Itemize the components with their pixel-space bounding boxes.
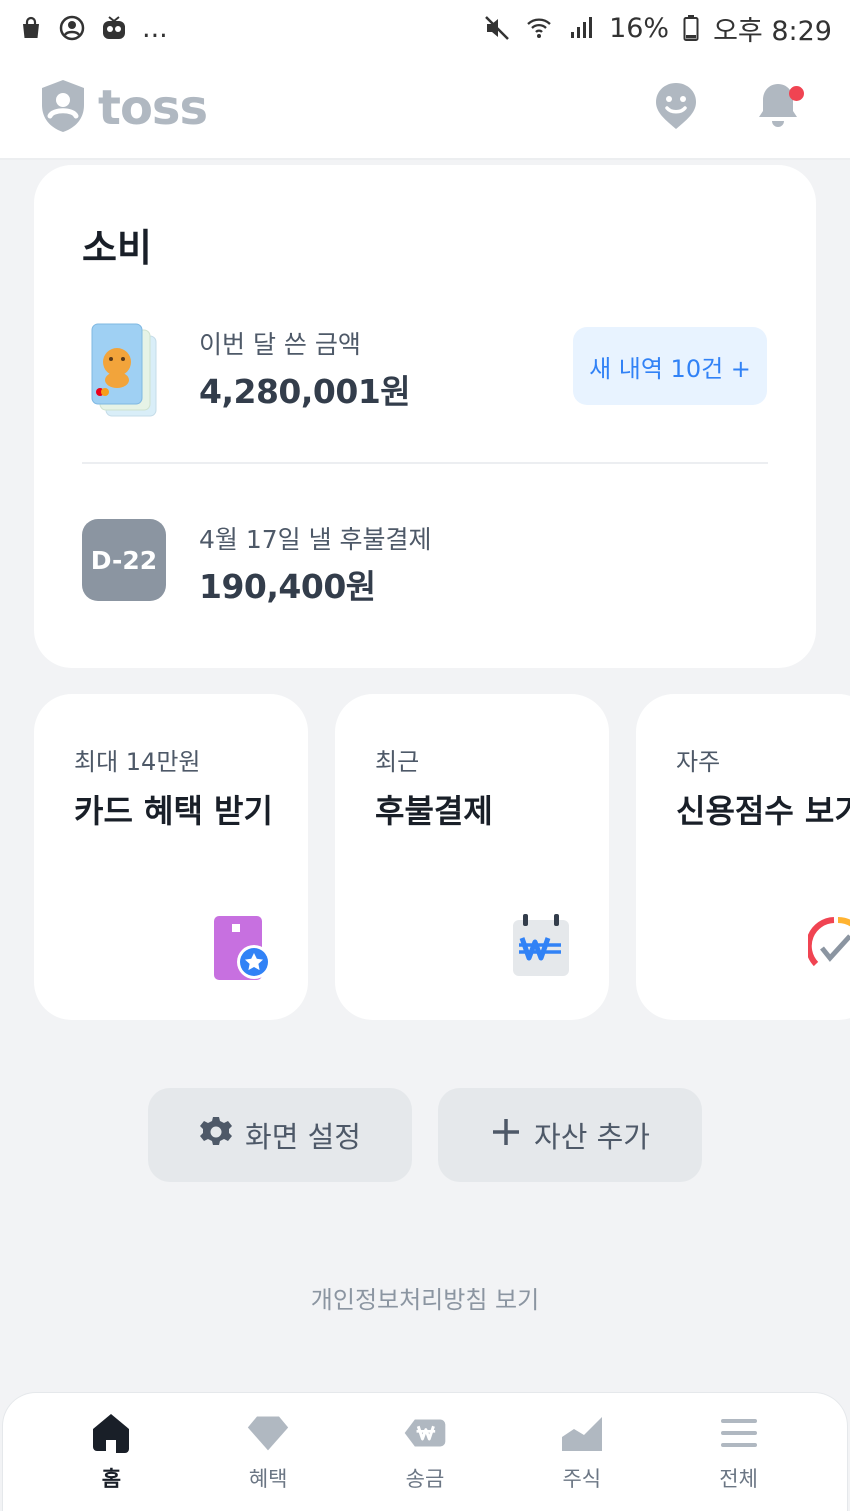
home-icon <box>89 1411 133 1455</box>
smile-pin-icon <box>654 81 698 135</box>
diamond-icon <box>246 1411 290 1455</box>
battery-icon <box>683 14 699 42</box>
tile-subtitle: 최근 <box>375 748 420 776</box>
add-asset-label: 자산 추가 <box>534 1120 650 1154</box>
tab-transfer[interactable]: 송금 <box>355 1393 495 1511</box>
signal-icon <box>567 14 595 42</box>
screen-settings-label: 화면 설정 <box>245 1120 361 1154</box>
more-notifications: ... <box>142 12 168 44</box>
tab-label: 전체 <box>719 1467 758 1491</box>
account-circle-icon <box>58 14 86 42</box>
spending-title: 소비 <box>82 226 152 270</box>
logo-text: toss <box>98 80 208 136</box>
mute-icon <box>483 14 511 42</box>
credit-gauge-icon <box>805 916 850 980</box>
status-bar-right: 16% 오후 8:29 <box>483 9 832 48</box>
menu-icon <box>717 1411 761 1455</box>
month-spend-amount: 4,280,001원 <box>199 372 411 411</box>
bnpl-amount: 190,400원 <box>199 567 376 606</box>
dday-badge: D-22 <box>82 519 166 601</box>
won-transfer-icon <box>403 1411 447 1455</box>
gear-icon <box>199 1115 233 1156</box>
chatbot-button[interactable] <box>648 80 704 136</box>
card-star-icon <box>212 914 276 986</box>
tile-credit-score[interactable]: 자주 신용점수 보기 <box>636 694 850 1020</box>
new-transactions-button[interactable]: 새 내역 10건 + <box>573 327 767 405</box>
tab-all[interactable]: 전체 <box>669 1393 809 1511</box>
plus-icon <box>490 1116 522 1155</box>
notification-button[interactable] <box>750 80 806 136</box>
tv-app-icon <box>100 14 128 42</box>
toss-logo[interactable]: toss <box>38 78 208 138</box>
tile-title: 신용점수 보기 <box>676 792 850 830</box>
clock: 오후 8:29 <box>713 15 832 47</box>
battery-percent: 16% <box>609 12 670 44</box>
status-bar: ... 16% 오후 8:29 <box>0 0 850 56</box>
notification-dot <box>789 86 804 101</box>
screen-settings-button[interactable]: 화면 설정 <box>148 1088 412 1182</box>
tile-title: 후불결제 <box>375 792 493 830</box>
tab-label: 주식 <box>562 1467 602 1491</box>
wifi-icon <box>525 14 553 42</box>
app-header: toss <box>0 56 850 160</box>
shopping-bag-icon <box>18 15 44 41</box>
tile-title: 카드 혜택 받기 <box>74 792 273 830</box>
stock-chart-icon <box>560 1411 604 1455</box>
tab-label: 송금 <box>405 1467 445 1491</box>
tile-bnpl[interactable]: 최근 후불결제 <box>335 694 609 1020</box>
bnpl-label: 4월 17일 낼 후불결제 <box>199 525 432 554</box>
tab-label: 홈 <box>101 1467 122 1491</box>
shield-user-icon <box>38 78 88 138</box>
tab-stocks[interactable]: 주식 <box>512 1393 652 1511</box>
divider <box>82 462 768 464</box>
month-spend-label: 이번 달 쓴 금액 <box>199 330 361 359</box>
tab-home[interactable]: 홈 <box>41 1393 181 1511</box>
tile-subtitle: 최대 14만원 <box>74 748 201 776</box>
credit-card-stack-icon <box>90 322 158 418</box>
spending-card[interactable]: 소비 이번 달 쓴 금액 4,280,001원 새 내역 10건 + D-22 … <box>34 165 816 668</box>
status-bar-left: ... <box>18 13 168 44</box>
tile-subtitle: 자주 <box>676 748 721 776</box>
bottom-tab-bar: 홈 혜택 송금 주식 전체 <box>2 1392 848 1511</box>
add-asset-button[interactable]: 자산 추가 <box>438 1088 702 1182</box>
won-calendar-icon <box>511 914 571 982</box>
tile-card-benefit[interactable]: 최대 14만원 카드 혜택 받기 <box>34 694 308 1020</box>
tab-label: 혜택 <box>248 1467 288 1491</box>
tab-benefits[interactable]: 혜택 <box>198 1393 338 1511</box>
privacy-policy-link[interactable]: 개인정보처리방침 보기 <box>0 1280 850 1315</box>
